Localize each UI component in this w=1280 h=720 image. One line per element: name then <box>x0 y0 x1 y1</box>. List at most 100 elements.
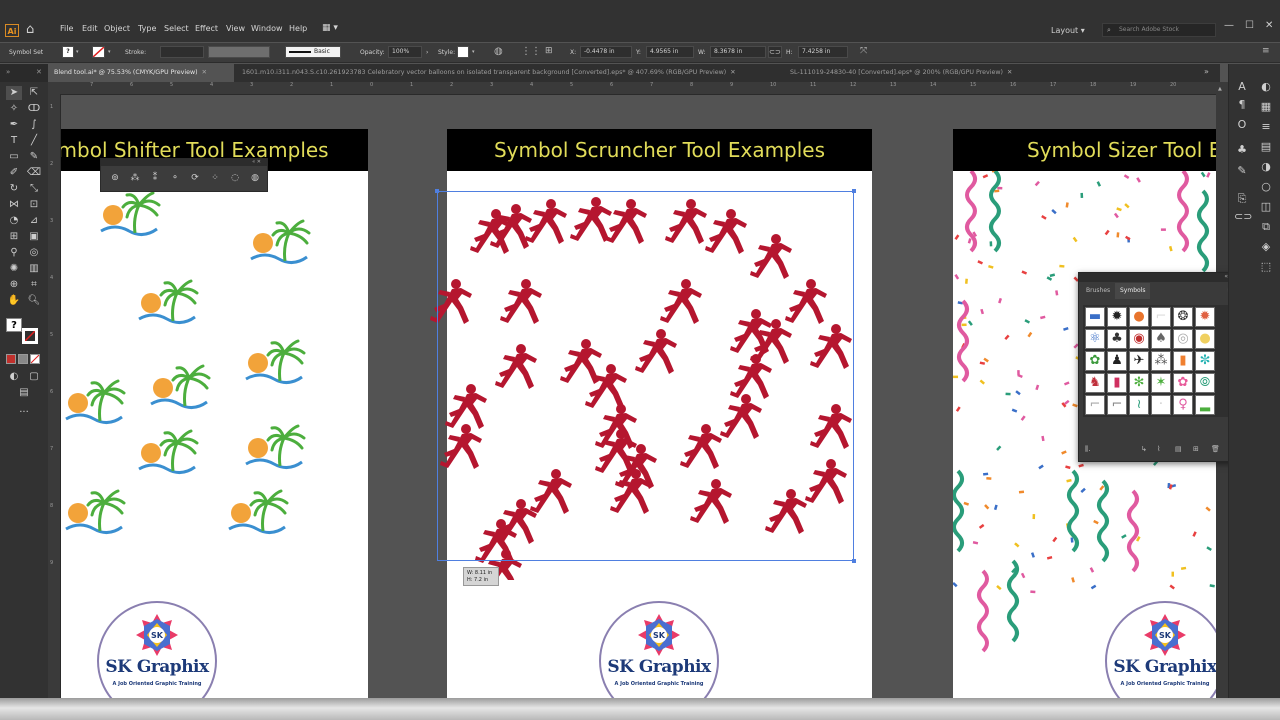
line-tool-icon[interactable]: ╱ <box>26 134 42 148</box>
stroke-color-icon[interactable] <box>22 328 38 344</box>
symbol-libraries-icon[interactable]: ⫼. <box>1085 445 1090 454</box>
selection-tool-icon[interactable]: ➤ <box>6 86 22 100</box>
menu-effect[interactable]: Effect <box>195 24 218 33</box>
x-position-field[interactable]: -0.4478 in <box>580 46 632 58</box>
lasso-tool-icon[interactable]: ↀ <box>26 102 42 116</box>
panel-title-bar[interactable]: « ✕ <box>1079 273 1239 282</box>
menu-edit[interactable]: Edit <box>82 24 98 33</box>
none-mode-icon[interactable] <box>30 354 40 364</box>
runner-symbol[interactable] <box>525 199 567 244</box>
paragraph-panel-icon[interactable]: ¶ <box>1234 98 1250 112</box>
fill-color-icon[interactable]: ? <box>6 318 22 332</box>
bounding-handle[interactable] <box>852 189 856 193</box>
symbol-swatch[interactable]: ◎ <box>1173 329 1193 349</box>
pathfinder-icon[interactable]: ⊂⊃ <box>1234 210 1252 224</box>
symbol-stainer-icon[interactable]: ⁘ <box>207 171 223 185</box>
hand-tool-icon[interactable]: ✋ <box>6 294 22 308</box>
runner-symbol-set[interactable] <box>420 180 870 580</box>
eraser-tool-icon[interactable]: ⌫ <box>26 166 42 180</box>
shape-builder-tool-icon[interactable]: ◔ <box>6 214 22 228</box>
runner-symbol[interactable] <box>810 404 852 449</box>
runner-symbol[interactable] <box>570 197 612 242</box>
symbol-swatch[interactable]: ✶ <box>1151 373 1171 393</box>
island-symbol[interactable] <box>228 489 289 534</box>
home-icon[interactable]: ⌂ <box>26 22 34 37</box>
new-symbol-icon[interactable]: ⊞ <box>1193 445 1199 453</box>
runner-symbol[interactable] <box>635 329 677 374</box>
draw-mode-icon[interactable]: ◐ <box>6 370 22 384</box>
height-field[interactable]: 7.4258 in <box>798 46 848 58</box>
symbol-swatch[interactable]: ▂ <box>1195 395 1215 415</box>
symbol-swatch[interactable]: ⚛ <box>1085 329 1105 349</box>
blend-tool-icon[interactable]: ◎ <box>26 246 42 260</box>
symbol-swatch[interactable]: ● <box>1195 329 1215 349</box>
menu-type[interactable]: Type <box>138 24 156 33</box>
runner-symbol[interactable] <box>690 479 732 524</box>
symbol-swatch[interactable]: ♠ <box>1151 329 1171 349</box>
type-tool-icon[interactable]: T <box>6 134 22 148</box>
menu-help[interactable]: Help <box>289 24 307 33</box>
runner-symbol[interactable] <box>805 459 847 504</box>
island-symbol[interactable] <box>150 364 211 409</box>
scroll-up-icon[interactable]: ▲ <box>1218 86 1222 92</box>
slice-tool-icon[interactable]: ⌗ <box>26 278 42 292</box>
y-position-field[interactable]: 4.9565 in <box>646 46 694 58</box>
symbol-swatch[interactable]: ✈ <box>1129 351 1149 371</box>
island-symbol[interactable] <box>65 489 126 534</box>
delete-symbol-icon[interactable]: 🗑︎ <box>1211 445 1220 453</box>
gradient-tool-icon[interactable]: ▣ <box>26 230 42 244</box>
runner-symbol[interactable] <box>720 394 762 439</box>
runner-symbol[interactable] <box>705 209 747 254</box>
workspace-switcher[interactable]: Layout ▾ <box>1051 26 1085 35</box>
transform-icon[interactable]: ⤧ <box>860 46 867 56</box>
appearance-panel-icon[interactable]: ○ <box>1258 180 1274 194</box>
tab-brushes[interactable]: Brushes <box>1081 283 1115 299</box>
island-symbol[interactable] <box>250 219 311 264</box>
symbol-swatch[interactable]: ✹ <box>1107 307 1127 327</box>
eyedropper-tool-icon[interactable]: ⚲ <box>6 246 22 260</box>
toolbar-handle[interactable]: » ✕ <box>0 64 48 82</box>
tab-symbols[interactable]: Symbols <box>1115 283 1151 299</box>
runner-symbol[interactable] <box>530 469 572 514</box>
zoom-tool-icon[interactable]: 🔍︎ <box>26 294 42 308</box>
symbol-swatch[interactable]: · <box>1151 395 1171 415</box>
runner-symbol[interactable] <box>605 199 647 244</box>
symbol-spinner-icon[interactable]: ⟳ <box>187 171 203 185</box>
artboards-panel-icon[interactable]: ⧉ <box>1258 220 1274 234</box>
bounding-handle[interactable] <box>852 559 856 563</box>
edit-toolbar-icon[interactable]: ▤ <box>16 386 32 400</box>
tab-blend-tool[interactable]: Blend tool.ai* @ 75.53% (CMYK/GPU Previe… <box>48 64 234 82</box>
width-tool-icon[interactable]: ⋈ <box>6 198 22 212</box>
symbol-swatch[interactable]: ▮ <box>1173 351 1193 371</box>
shaper-tool-icon[interactable]: ✐ <box>6 166 22 180</box>
character-panel-icon[interactable]: A <box>1234 80 1250 94</box>
symbol-styler-icon[interactable]: ◍ <box>247 171 263 185</box>
panel-title-bar[interactable]: « ✕ <box>101 159 267 166</box>
stroke-weight-field[interactable] <box>160 46 204 58</box>
minimize-button[interactable]: — <box>1224 20 1234 31</box>
close-icon[interactable]: ✕ <box>1007 69 1012 76</box>
rotate-tool-icon[interactable]: ↻ <box>6 182 22 196</box>
symbol-swatch[interactable]: ▬ <box>1085 307 1105 327</box>
recolor-artwork-icon[interactable]: ◍ <box>494 46 503 57</box>
symbol-shifter-icon[interactable]: ⁂ <box>127 171 143 185</box>
align-icon[interactable]: ⋮⋮ <box>521 46 541 57</box>
panel-menu-icon[interactable]: ≡ <box>1262 46 1270 56</box>
bounding-handle[interactable] <box>435 189 439 193</box>
tab-balloons[interactable]: 1601.m10.i311.n043.S.c10.261923783 Celeb… <box>236 64 778 82</box>
menu-view[interactable]: View <box>226 24 245 33</box>
island-symbol[interactable] <box>245 424 306 469</box>
color-mode-icon[interactable] <box>6 354 16 364</box>
symbol-sizer-icon[interactable]: ⚬ <box>167 171 183 185</box>
island-symbol[interactable] <box>138 279 199 324</box>
place-symbol-instance-icon[interactable]: ↳ <box>1141 445 1147 453</box>
symbol-swatch[interactable]: ✿ <box>1085 351 1105 371</box>
symbol-swatch[interactable]: ● <box>1129 307 1149 327</box>
variable-width-profile[interactable] <box>208 46 270 58</box>
fill-swatch[interactable]: ? <box>62 46 74 58</box>
symbol-swatch[interactable]: ⌐ <box>1151 307 1171 327</box>
island-symbol[interactable] <box>245 339 306 384</box>
column-graph-tool-icon[interactable]: ▥ <box>26 262 42 276</box>
direct-selection-tool-icon[interactable]: ⇱ <box>26 86 42 100</box>
runner-symbol[interactable] <box>665 199 707 244</box>
